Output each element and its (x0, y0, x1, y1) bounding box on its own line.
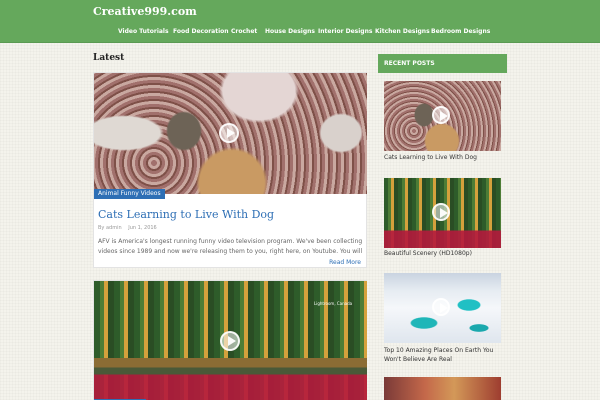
post-thumbnail[interactable] (94, 73, 367, 194)
post-card: Animal Funny Videos Cats Learning to Liv… (93, 72, 367, 268)
site-title[interactable]: Creative999.com (93, 5, 197, 18)
nav-item-interior-designs[interactable]: Interior Designs (318, 28, 372, 35)
post-meta: By admin Jun 1, 2016 (98, 225, 157, 231)
play-icon[interactable] (219, 123, 239, 143)
nav-item-kitchen-designs[interactable]: Kitchen Designs (375, 28, 430, 35)
recent-post-title[interactable]: Top 10 Amazing Places On Earth You Won't… (384, 346, 504, 364)
recent-post-thumbnail[interactable] (384, 178, 501, 248)
recent-post-thumbnail[interactable] (384, 377, 501, 400)
nav-item-house-designs[interactable]: House Designs (265, 28, 315, 35)
main-nav: Video Tutorials Food Decoration Crochet … (0, 28, 600, 40)
recent-post-title[interactable]: Cats Learning to Live With Dog (384, 153, 504, 162)
nav-item-crochet[interactable]: Crochet (231, 28, 257, 35)
post-title[interactable]: Cats Learning to Live With Dog (98, 208, 274, 221)
nav-item-food-decoration[interactable]: Food Decoration (173, 28, 229, 35)
post-excerpt: AFV is America's longest running funny v… (98, 238, 363, 255)
category-badge[interactable]: Animal Funny Videos (94, 189, 165, 199)
recent-post-thumbnail[interactable] (384, 81, 501, 151)
post-author[interactable]: By admin (98, 225, 122, 231)
play-icon[interactable] (432, 106, 450, 124)
recent-posts-title: RECENT POSTS (378, 54, 507, 73)
post-card: Lightroom, Canada (93, 280, 367, 400)
nav-item-video-tutorials[interactable]: Video Tutorials (118, 28, 169, 35)
recent-post-title[interactable]: Beautiful Scenery (HD1080p) (384, 249, 504, 258)
play-icon[interactable] (432, 203, 450, 221)
site-header: Creative999.com Video Tutorials Food Dec… (0, 0, 600, 43)
read-more-link[interactable]: Read More (329, 259, 361, 266)
play-icon[interactable] (432, 298, 450, 316)
section-title: Latest (93, 53, 125, 63)
nav-item-bedroom-designs[interactable]: Bedroom Designs (431, 28, 490, 35)
play-icon[interactable] (220, 331, 240, 351)
image-overlay-text: Lightroom, Canada (314, 301, 353, 306)
recent-post-thumbnail[interactable] (384, 273, 501, 343)
post-thumbnail[interactable]: Lightroom, Canada (94, 281, 367, 400)
post-date: Jun 1, 2016 (128, 225, 157, 231)
